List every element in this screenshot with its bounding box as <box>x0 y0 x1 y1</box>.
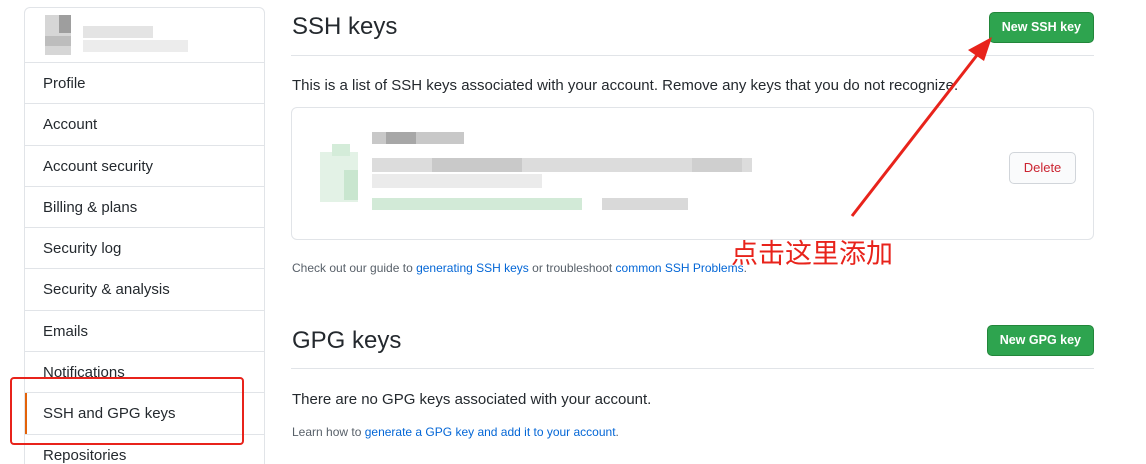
gpg-section-header: GPG keys New GPG key <box>291 313 1094 369</box>
sidebar-item-security-analysis[interactable]: Security & analysis <box>25 269 264 311</box>
sidebar-item-billing-plans[interactable]: Billing & plans <box>25 187 264 229</box>
sidebar-item-label: Security & analysis <box>43 281 170 299</box>
sidebar-item-label: Account <box>43 116 98 134</box>
annotation-click-here-text: 点击这里添加 <box>731 239 893 270</box>
sidebar-item-security-log[interactable]: Security log <box>25 228 264 270</box>
sidebar-item-label: Profile <box>43 75 86 92</box>
highlight-box-annotation <box>10 377 244 445</box>
generate-gpg-key-link[interactable]: generate a GPG key and add it to your ac… <box>365 425 616 439</box>
gpg-keys-description: There are no GPG keys associated with yo… <box>292 391 652 408</box>
new-ssh-key-button[interactable]: New SSH key <box>988 12 1094 43</box>
guide-text-middle: or troubleshoot <box>528 261 616 275</box>
sidebar-item-label: Emails <box>43 322 89 340</box>
ssh-key-entry: Delete <box>291 107 1094 240</box>
gpg-learn-text: Learn how to generate a GPG key and add … <box>292 425 619 439</box>
user-avatar-header[interactable] <box>25 8 264 63</box>
username-blurred <box>83 26 153 38</box>
new-gpg-key-button[interactable]: New GPG key <box>986 325 1094 356</box>
sidebar-item-emails[interactable]: Emails <box>25 311 264 353</box>
sidebar-item-account[interactable]: Account <box>25 104 264 146</box>
generating-ssh-keys-link[interactable]: generating SSH keys <box>416 261 529 275</box>
learn-text-suffix: . <box>615 425 619 439</box>
learn-text-prefix: Learn how to <box>292 425 365 439</box>
delete-key-button[interactable]: Delete <box>1009 152 1076 184</box>
sidebar-item-account-security[interactable]: Account security <box>25 146 264 187</box>
common-ssh-problems-link[interactable]: common SSH Problems <box>616 261 744 275</box>
gpg-keys-title: GPG keys <box>292 327 402 354</box>
sidebar-item-label: Repositories <box>43 446 127 464</box>
sidebar-item-label: Billing & plans <box>43 198 138 216</box>
sidebar-item-label: Security log <box>43 240 122 258</box>
ssh-guide-text: Check out our guide to generating SSH ke… <box>292 261 747 275</box>
sidebar-item-label: Account security <box>43 157 154 175</box>
guide-text-prefix: Check out our guide to <box>292 261 417 275</box>
ssh-keys-title: SSH keys <box>292 13 398 40</box>
sidebar-item-profile[interactable]: Profile <box>25 63 264 105</box>
ssh-keys-description: This is a list of SSH keys associated wi… <box>292 77 959 94</box>
ssh-section-header: SSH keys New SSH key <box>291 0 1094 56</box>
